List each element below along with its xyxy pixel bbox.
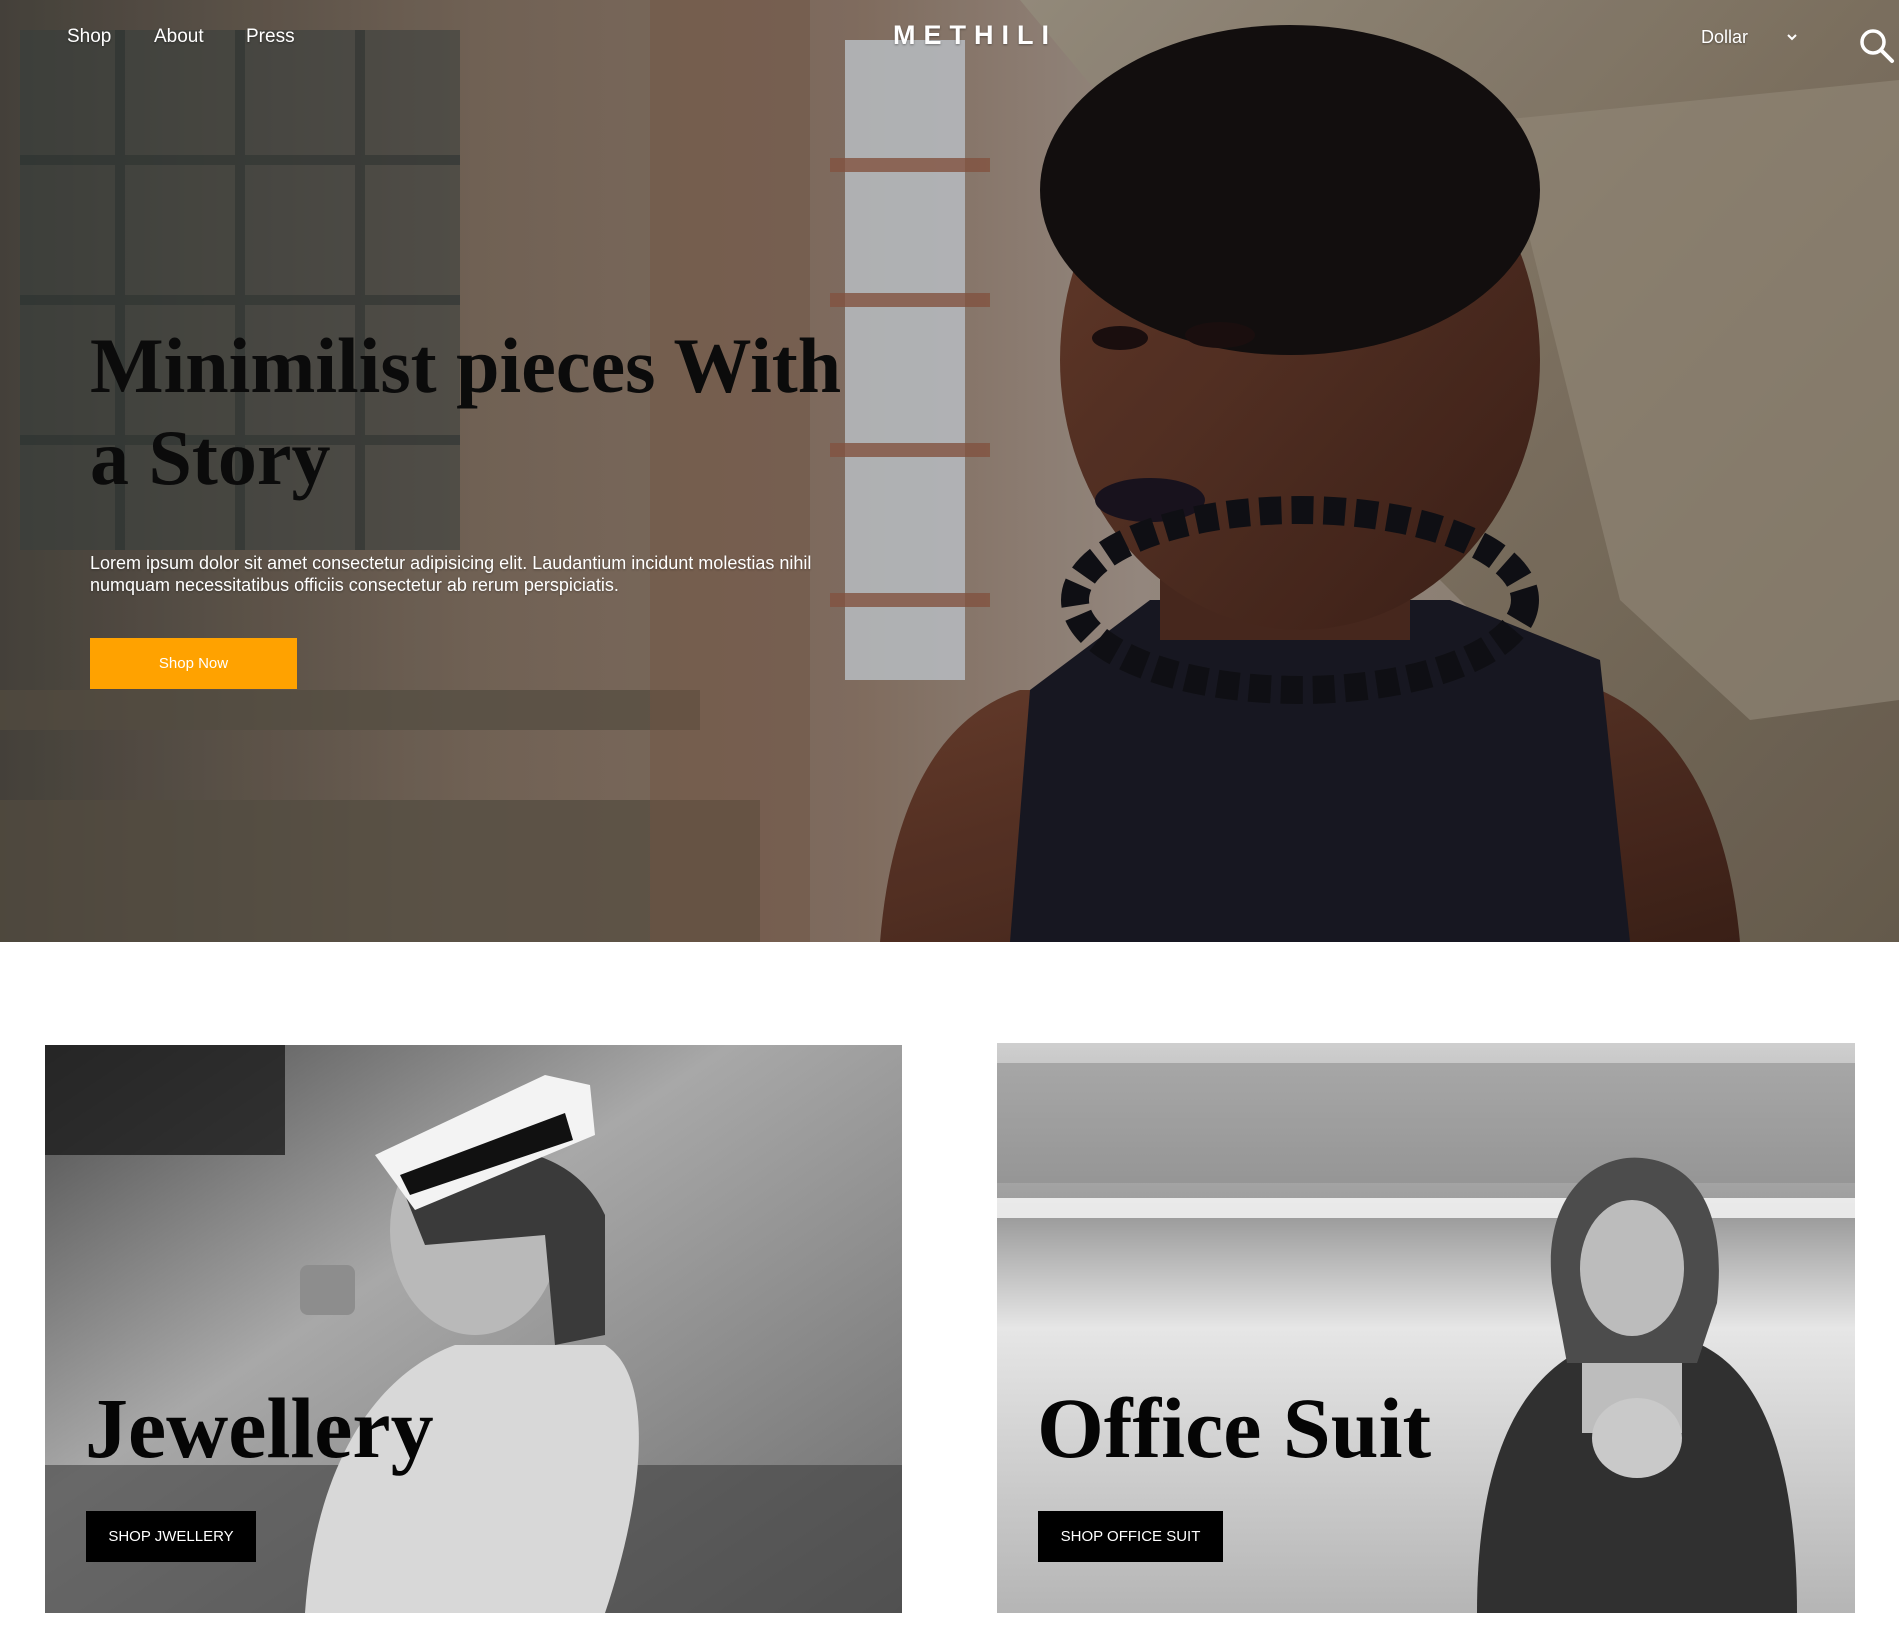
top-nav: Shop About Press METHILI Dollar [0,0,1899,80]
hero-description: Lorem ipsum dolor sit amet consectetur a… [90,553,812,595]
currency-select[interactable]: Dollar [1701,27,1748,48]
collection-title: Office Suit [1037,1380,1432,1476]
hero-banner: Shop About Press METHILI Dollar Minimili… [0,0,1899,942]
collection-card-jewellery: Jewellery SHOP JWELLERY [45,1045,902,1613]
search-icon[interactable] [1858,27,1896,65]
shop-office-suit-button[interactable]: SHOP OFFICE SUIT [1038,1511,1223,1562]
collection-card-office-suit: Office Suit SHOP OFFICE SUIT [997,1043,1855,1613]
chevron-down-icon[interactable] [1785,30,1799,44]
brand-logo[interactable]: METHILI [0,20,1899,51]
collection-title: Jewellery [85,1380,434,1476]
shop-jewellery-button[interactable]: SHOP JWELLERY [86,1511,256,1562]
hero-title: Minimilist pieces With a Story [90,322,842,501]
shop-now-button[interactable]: Shop Now [90,638,297,689]
